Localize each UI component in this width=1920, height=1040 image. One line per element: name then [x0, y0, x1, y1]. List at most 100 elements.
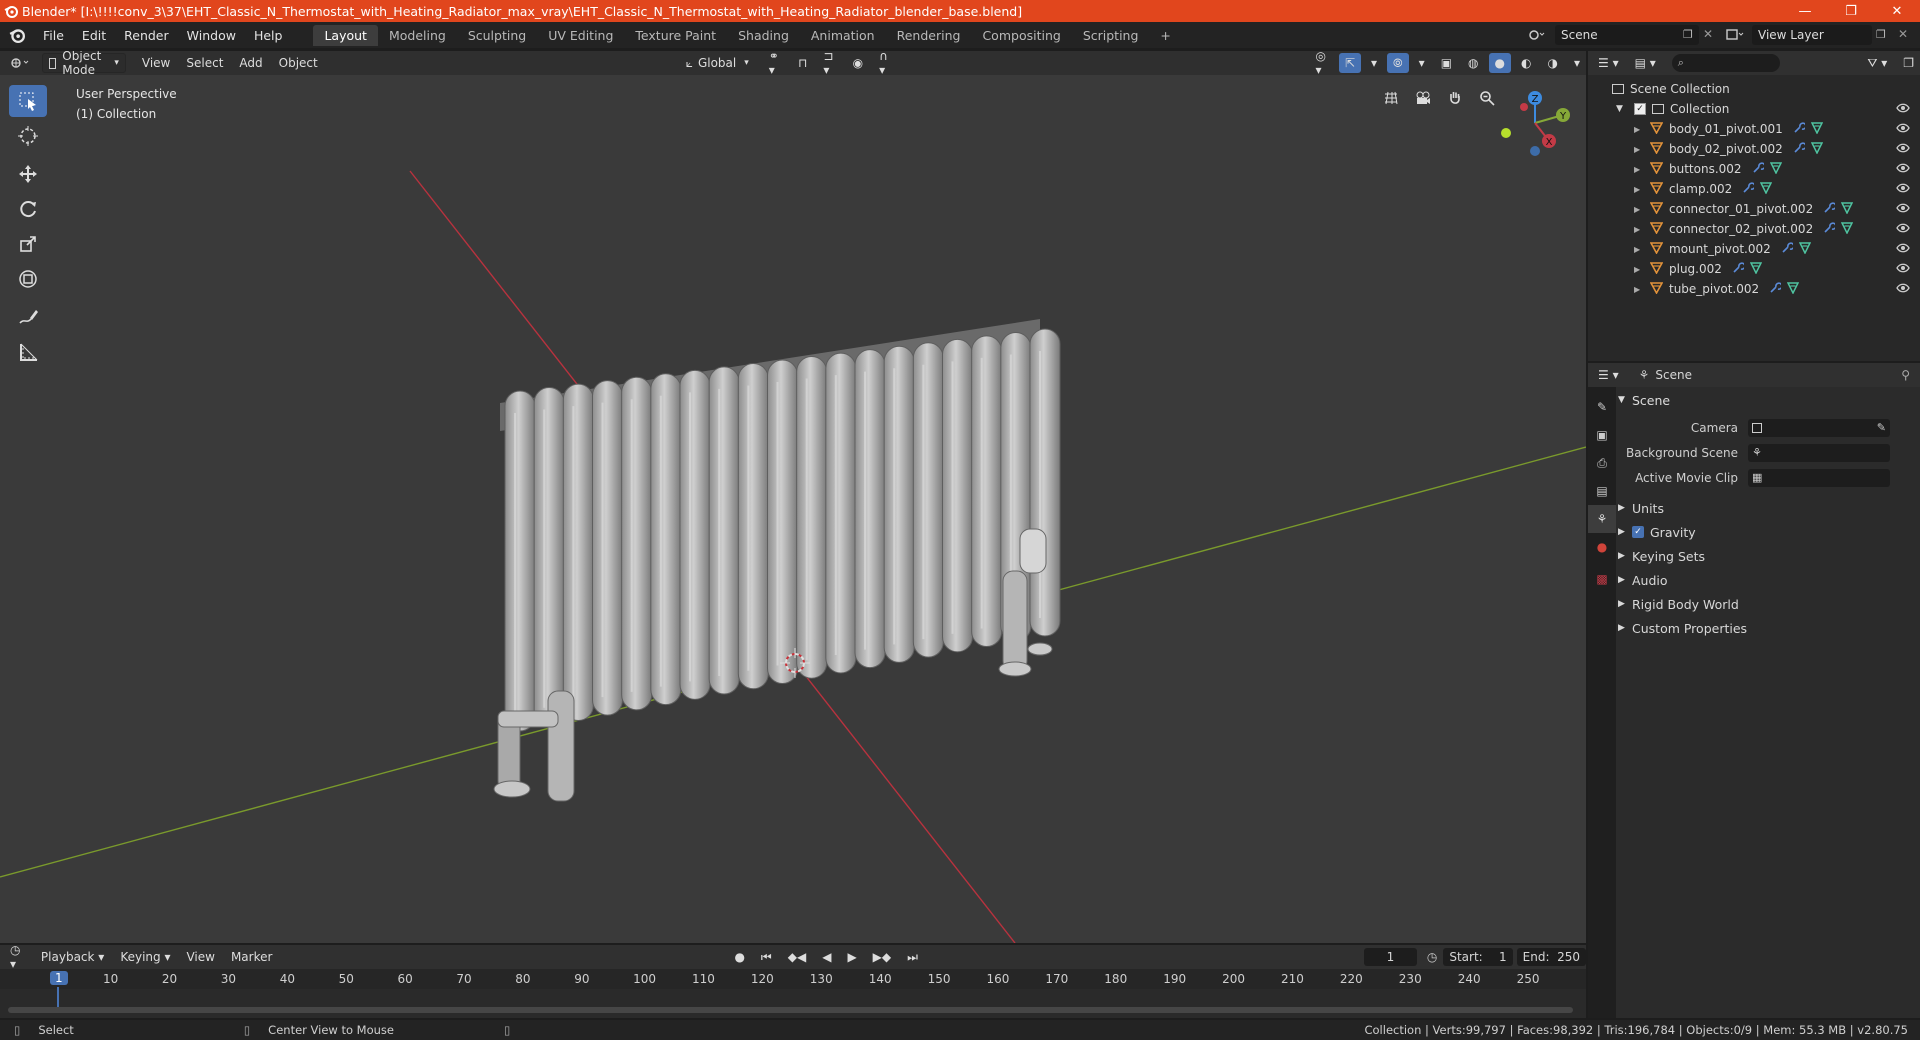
view-layer-icon[interactable]	[1725, 27, 1745, 46]
rotate-tool[interactable]	[9, 193, 47, 225]
tab-texture-paint[interactable]: Texture Paint	[624, 25, 727, 46]
add-workspace-button[interactable]: +	[1149, 25, 1181, 46]
expand-arrow-icon[interactable]: ▶	[1634, 285, 1646, 294]
delete-view-layer-icon[interactable]: ✕	[1898, 27, 1908, 41]
outliner-object-row[interactable]: ▶ clamp.002	[1588, 179, 1920, 199]
expand-arrow-icon[interactable]: ▶	[1634, 165, 1646, 174]
texture-tab-icon[interactable]: ▩	[1588, 565, 1616, 593]
display-mode-icon[interactable]: ▤ ▾	[1629, 53, 1662, 73]
tab-modeling[interactable]: Modeling	[378, 25, 457, 46]
eye-icon[interactable]	[1896, 222, 1910, 237]
tab-sculpting[interactable]: Sculpting	[457, 25, 537, 46]
filter-icon[interactable]: ⛛ ▾	[1861, 53, 1893, 73]
modifier-wrench-icon[interactable]	[1769, 281, 1783, 297]
3d-viewport[interactable]: Z Y X Object Mode ▾ View Select Add Obje…	[0, 51, 1586, 943]
viewport-menu-object[interactable]: Object	[273, 53, 324, 73]
pin-icon[interactable]: ⚲	[1901, 368, 1910, 382]
tab-shading[interactable]: Shading	[727, 25, 800, 46]
eye-icon[interactable]	[1896, 182, 1910, 197]
new-scene-icon[interactable]: ❐	[1683, 28, 1693, 41]
eye-icon[interactable]	[1896, 142, 1910, 157]
timeline-ruler[interactable]: 1 10 20 30 40 50 60 70 80 90 100 110 120 130 140 150 160…	[0, 969, 1586, 1009]
render-tab-icon[interactable]: ▣	[1588, 421, 1616, 449]
overlays-options-icon[interactable]: ▾	[1413, 53, 1431, 73]
mesh-data-icon[interactable]	[1810, 141, 1823, 157]
expand-arrow-icon[interactable]: ▶	[1634, 225, 1646, 234]
eye-icon[interactable]	[1896, 242, 1910, 257]
pan-hand-icon[interactable]	[1444, 87, 1466, 109]
outliner-object-row[interactable]: ▶ connector_02_pivot.002	[1588, 219, 1920, 239]
modifier-wrench-icon[interactable]	[1742, 181, 1756, 197]
restore-button[interactable]: ❐	[1828, 0, 1874, 22]
movie-clip-field[interactable]: ▦	[1748, 468, 1890, 487]
material-shading-icon[interactable]: ◐	[1515, 53, 1537, 73]
viewport-scene[interactable]: Z Y X	[0, 51, 1586, 943]
outliner-object-row[interactable]: ▶ tube_pivot.002	[1588, 279, 1920, 299]
measure-tool[interactable]	[9, 336, 47, 368]
xray-icon[interactable]: ▣	[1435, 53, 1458, 73]
tab-compositing[interactable]: Compositing	[971, 25, 1071, 46]
play-button[interactable]: ▶	[841, 947, 862, 967]
properties-editor-type-icon[interactable]: ☰ ▾	[1592, 365, 1625, 385]
proportional-falloff-icon[interactable]: ∩ ▾	[873, 51, 897, 77]
visibility-icon[interactable]: ◎ ▾	[1309, 51, 1335, 77]
expand-arrow-icon[interactable]: ▶	[1634, 185, 1646, 194]
tool-tab-icon[interactable]: ✎	[1588, 393, 1616, 421]
eyedropper-icon[interactable]: ✎	[1877, 421, 1886, 434]
rendered-shading-icon[interactable]: ◑	[1541, 53, 1563, 73]
audio-panel-header[interactable]: ▶ Audio	[1618, 568, 1918, 592]
outliner-object-row[interactable]: ▶ body_02_pivot.002	[1588, 139, 1920, 159]
mesh-data-icon[interactable]	[1786, 281, 1800, 297]
custom-properties-panel-header[interactable]: ▶ Custom Properties	[1618, 616, 1918, 640]
expand-arrow-icon[interactable]: ▶	[1634, 125, 1646, 134]
tab-rendering[interactable]: Rendering	[886, 25, 972, 46]
modifier-wrench-icon[interactable]	[1793, 121, 1807, 137]
clock-icon[interactable]: ◷	[1427, 950, 1437, 964]
current-frame-field[interactable]: 1	[1363, 948, 1417, 966]
new-view-layer-icon[interactable]: ❐	[1876, 28, 1886, 41]
viewport-menu-view[interactable]: View	[136, 53, 176, 73]
end-frame-field[interactable]: End: 250	[1516, 948, 1586, 966]
new-collection-icon[interactable]: ❐	[1897, 53, 1920, 73]
minimize-button[interactable]: —	[1782, 0, 1828, 22]
viewport-menu-add[interactable]: Add	[233, 53, 268, 73]
mesh-data-icon[interactable]	[1798, 241, 1811, 257]
expand-arrow-icon[interactable]: ▶	[1634, 265, 1646, 274]
outliner-collection[interactable]: ▼ ✓ Collection	[1588, 99, 1920, 119]
scene-tab-icon[interactable]: ⚘	[1588, 505, 1616, 533]
background-scene-field[interactable]: ⚘	[1748, 443, 1890, 462]
mesh-data-icon[interactable]	[1840, 201, 1854, 217]
outliner-object-row[interactable]: ▶ buttons.002	[1588, 159, 1920, 179]
modifier-wrench-icon[interactable]	[1823, 201, 1837, 217]
modifier-wrench-icon[interactable]	[1752, 161, 1766, 177]
move-tool[interactable]	[9, 158, 47, 190]
expand-arrow-icon[interactable]: ▶	[1634, 245, 1646, 254]
start-frame-field[interactable]: Start: 1	[1443, 948, 1513, 966]
viewport-menu-select[interactable]: Select	[180, 53, 229, 73]
prev-keyframe-button[interactable]: ◆◀	[782, 947, 812, 967]
units-panel-header[interactable]: ▶ Units	[1618, 496, 1918, 520]
scene-name-field[interactable]: Scene	[1555, 25, 1699, 45]
tab-animation[interactable]: Animation	[800, 25, 886, 46]
delete-scene-icon[interactable]: ✕	[1703, 27, 1713, 41]
editor-type-icon[interactable]	[4, 53, 38, 73]
transform-tool[interactable]	[9, 263, 47, 295]
marker-menu[interactable]: Marker	[225, 947, 278, 967]
menu-help[interactable]: Help	[245, 28, 292, 43]
menu-edit[interactable]: Edit	[73, 28, 115, 43]
outliner-editor-type-icon[interactable]: ☰ ▾	[1592, 53, 1625, 73]
proportional-editing-icon[interactable]: ◉	[847, 53, 869, 73]
view-layer-tab-icon[interactable]: ▤	[1588, 477, 1616, 505]
gravity-panel-header[interactable]: ▶ ✓ Gravity	[1618, 520, 1918, 544]
world-tab-icon[interactable]: ●	[1588, 533, 1616, 561]
eye-icon[interactable]	[1896, 122, 1910, 137]
menu-window[interactable]: Window	[178, 28, 245, 43]
expand-arrow-icon[interactable]: ▼	[1616, 104, 1628, 114]
modifier-wrench-icon[interactable]	[1781, 241, 1795, 257]
outliner-object-row[interactable]: ▶ mount_pivot.002	[1588, 239, 1920, 259]
eye-icon[interactable]	[1896, 282, 1910, 297]
zoom-icon[interactable]	[1476, 87, 1498, 109]
eye-icon[interactable]	[1896, 202, 1910, 217]
cursor-tool[interactable]	[9, 120, 47, 152]
overlays-icon[interactable]: ⦾	[1387, 53, 1409, 73]
